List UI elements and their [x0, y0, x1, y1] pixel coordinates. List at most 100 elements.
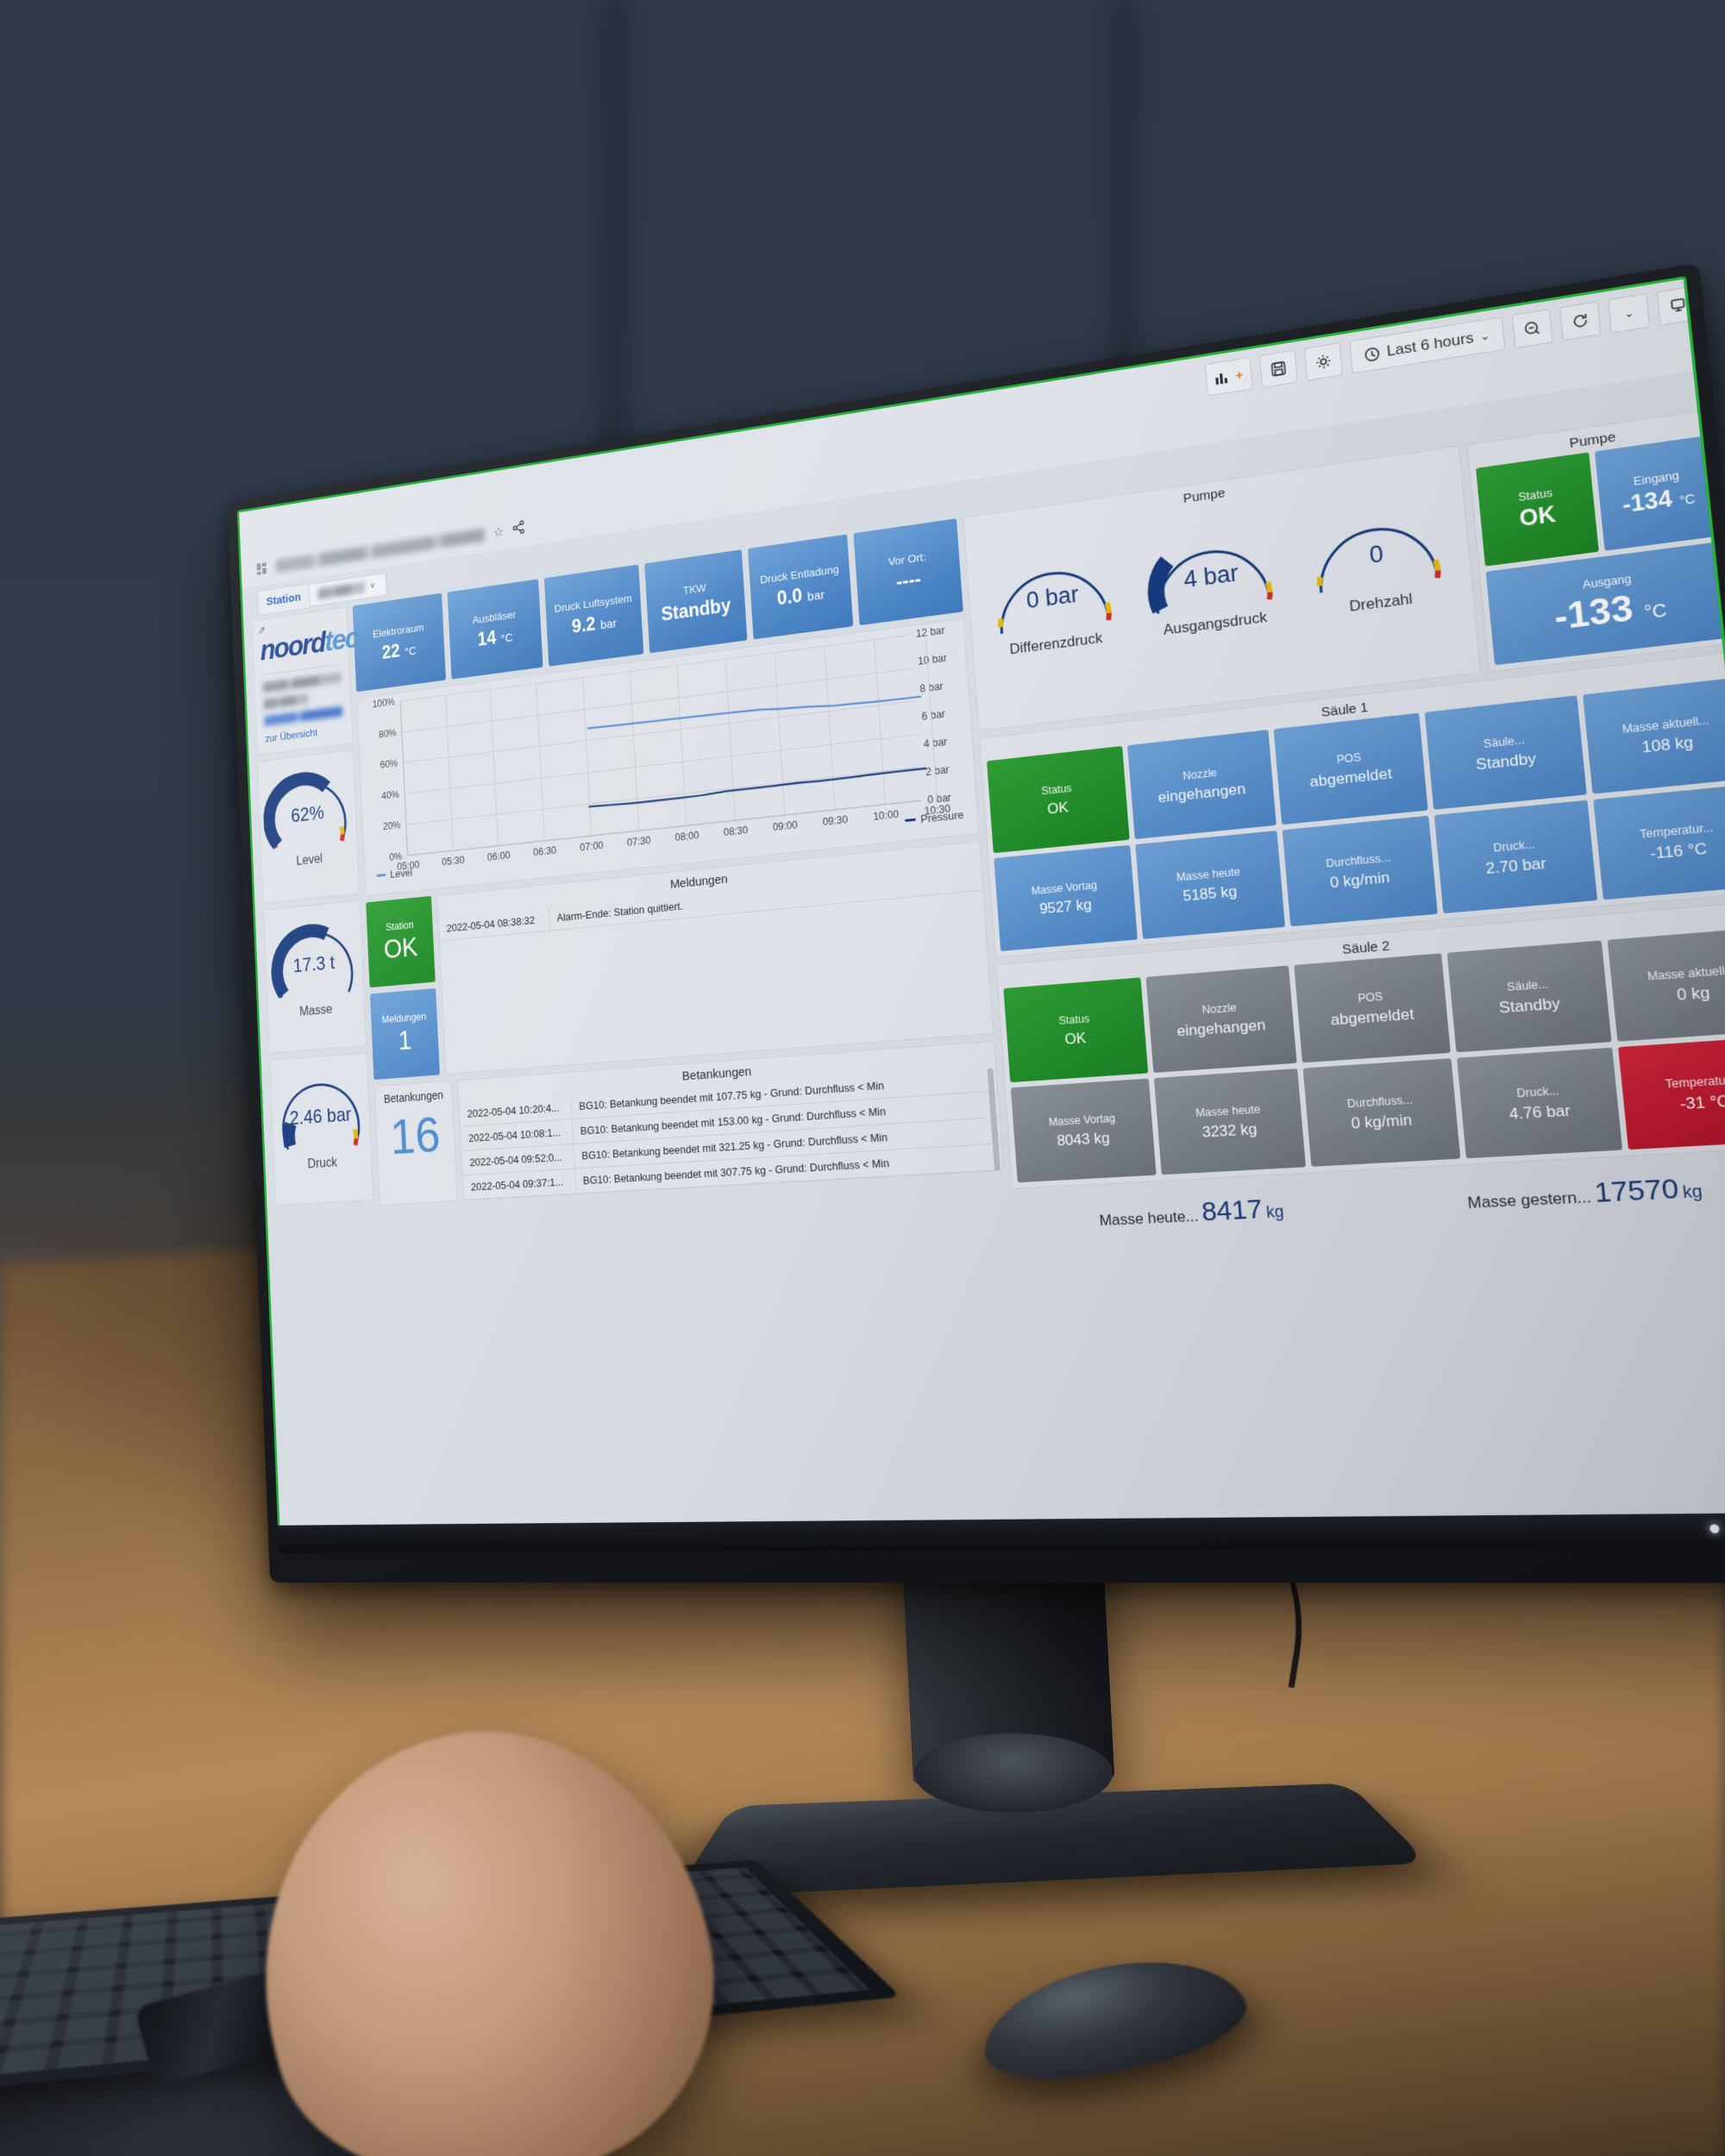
chart-series-level [587, 687, 921, 736]
cell-label: Masse heute [1176, 865, 1241, 884]
star-icon[interactable]: ☆ [493, 523, 505, 541]
monitor-screen: + Last 6 hours ⌄ ⌄ ☆ Station ˅ ⇗ noordte… [239, 279, 1725, 1551]
stat-label: Druck Luftsystem [554, 591, 633, 615]
cell-value: -134 °C [1621, 486, 1697, 518]
masse-unit: kg [1265, 1202, 1285, 1222]
variable-label-station: Station [257, 582, 310, 616]
saeule-cell: Säule... Standby [1425, 695, 1587, 810]
monitor-bezel: + Last 6 hours ⌄ ⌄ ☆ Station ˅ ⇗ noordte… [227, 262, 1725, 1583]
stat-label: Elektroraum [372, 620, 424, 640]
cell-value: -133 °C [1552, 588, 1668, 638]
save-dashboard-button[interactable] [1259, 349, 1299, 388]
overview-link[interactable]: zur Übersicht [265, 723, 343, 744]
legend-swatch [376, 874, 386, 877]
saeule-cell: Masse Vortag 9527 kg [994, 844, 1138, 952]
stat-tile: Druck Luftsystem 9.2 bar [544, 564, 644, 667]
tv-mode-button[interactable] [1656, 285, 1700, 326]
cell-label: Masse aktuell... [1621, 712, 1710, 736]
stat-tile: Elektroraum 22 °C [352, 592, 446, 693]
y-axis-tick-left: 80% [378, 726, 397, 741]
power-led [1709, 1524, 1720, 1533]
legend-swatch [905, 818, 916, 823]
cell-label: Druck... [1492, 837, 1536, 855]
saeule-cell: Masse aktuell... 0 kg [1607, 926, 1725, 1042]
pumpe-eingang-cell: Eingang -134 °C [1594, 435, 1722, 551]
cell-value: Standby [1498, 993, 1561, 1017]
stat-label: Ausbläser [472, 607, 517, 626]
refresh-interval-dropdown[interactable]: ⌄ [1607, 293, 1651, 334]
pumpe-cells: Status OK Eingang -134 °C Ausgang -133 °… [1470, 434, 1725, 672]
saeule-cell: Status OK [1003, 977, 1149, 1083]
saeule-cell: Masse heute 3232 kg [1153, 1069, 1306, 1175]
cell-label: Temperatur... [1639, 820, 1715, 841]
betankungen-count-panel: Betankungen 16 [373, 1080, 458, 1206]
masse-label: Masse gestern... [1466, 1188, 1592, 1213]
stat-value: Standby [660, 593, 731, 625]
stat-label: TKW [682, 580, 707, 597]
cell-label: Masse Vortag [1048, 1111, 1116, 1129]
chevron-down-icon: ˅ [370, 580, 375, 592]
zoom-out-button[interactable] [1511, 309, 1553, 349]
gauge-arc: 0 [1298, 476, 1453, 599]
sidebar-line-3-email[interactable] [264, 705, 343, 726]
masse-unit: kg [1682, 1181, 1703, 1202]
cell-value: OK [1063, 1029, 1088, 1048]
logo-panel: ⇗ noordtec zur Übersicht [251, 606, 358, 755]
cell-label: Status [1058, 1012, 1090, 1027]
saeule-cell: Masse Vortag 8043 kg [1010, 1078, 1157, 1183]
cell-label: POS [1336, 750, 1362, 766]
stat-tile: Druck Entladung 0.0 bar [747, 534, 854, 640]
monitor: + Last 6 hours ⌄ ⌄ ☆ Station ˅ ⇗ noordte… [52, 216, 1725, 1898]
masse-label: Masse heute... [1098, 1206, 1200, 1230]
cell-value: 3232 kg [1201, 1119, 1258, 1141]
saeule-cell: Temperatur... -116 °C [1593, 783, 1725, 900]
cell-value: eingehangen [1176, 1015, 1266, 1040]
gauge-druck: 2.46 bar Druck [269, 1052, 374, 1206]
dashboard-icon [256, 561, 267, 575]
cell-value: Standby [1475, 749, 1537, 774]
cell-label: Nozzle [1182, 766, 1218, 782]
tile-label: Meldungen [381, 1010, 427, 1026]
y-axis-tick-left: 40% [381, 788, 400, 802]
time-range-label: Last 6 hours [1385, 329, 1475, 360]
stat-label: Druck Entladung [759, 562, 839, 586]
cell-label: Durchfluss... [1325, 850, 1391, 870]
stat-tile: Ausbläser 14 °C [447, 579, 543, 680]
cell-value: 108 kg [1640, 732, 1694, 756]
stat-value: 0.0 bar [775, 583, 825, 609]
saeule-cell: Temperatur... -31 °C [1618, 1036, 1725, 1150]
stat-value: 22 °C [381, 639, 417, 663]
photo-scene: + Last 6 hours ⌄ ⌄ ☆ Station ˅ ⇗ noordte… [0, 0, 1725, 2156]
monitor-screen-frame: + Last 6 hours ⌄ ⌄ ☆ Station ˅ ⇗ noordte… [236, 275, 1725, 1553]
cell-label: Nozzle [1201, 1000, 1238, 1017]
saeule-cell: Druck... 4.76 bar [1457, 1047, 1623, 1159]
saeule-cell: Status OK [987, 746, 1130, 854]
gauge-arc: 0 bar [982, 523, 1123, 640]
external-link-icon[interactable]: ⇗ [258, 624, 266, 636]
gauge-masse: 17.3 t Masse [263, 899, 367, 1054]
gauge-arc: 4 bar [1137, 500, 1285, 621]
cell-value: 5185 kg [1182, 882, 1238, 905]
saeule-cell: Durchfluss... 0 kg/min [1302, 1058, 1461, 1167]
gear-icon[interactable] [1304, 342, 1344, 381]
cell-value: 9527 kg [1038, 895, 1093, 918]
chart-series-pressure [588, 768, 926, 808]
meldungen-count-tile: Meldungen 1 [369, 987, 440, 1080]
refresh-button[interactable] [1559, 301, 1602, 342]
masse-value: 8417 [1200, 1194, 1264, 1227]
share-icon[interactable] [512, 519, 526, 539]
x-axis-tick: 05:00 [397, 859, 420, 873]
cell-label: Temperatur... [1665, 1072, 1725, 1091]
cell-value: 0 kg [1676, 982, 1711, 1004]
cell-label: Säule... [1483, 732, 1526, 750]
add-panel-button[interactable]: + [1204, 356, 1254, 397]
pumpe-status-panel: Pumpe Status OK Eingang -134 °C Ausgang … [1466, 407, 1725, 673]
masse-summary: Masse heute... 8417 kg [1098, 1193, 1285, 1232]
logo-text-noord: noord [259, 626, 326, 667]
stat-tile: Vor Ort: ---- [853, 518, 963, 626]
variable-value-redacted [317, 581, 366, 600]
x-axis-tick: 06:00 [486, 849, 511, 863]
saeule-cell: POS abgemeldet [1293, 953, 1452, 1063]
saeule-cell: Druck... 2.70 bar [1434, 799, 1598, 914]
cell-value: 4.76 bar [1508, 1100, 1571, 1123]
